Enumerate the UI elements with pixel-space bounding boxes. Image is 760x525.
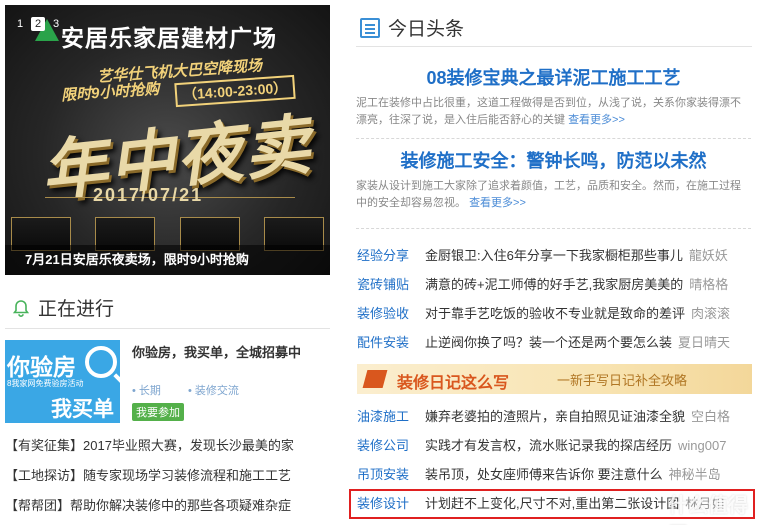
promo-image-text-3: 我买单 [51,398,114,421]
carousel-dot-3[interactable]: 3 [49,17,63,31]
diary-flag-icon [362,370,388,388]
category-link[interactable]: 瓷砖铺贴 [357,270,425,299]
list-item[interactable]: 装修公司 实践才有发言权，流水账记录我的探店经历 wing007 [357,431,752,460]
promo-image-text-2: 8我家网免费验房活动 [7,379,84,388]
promo-image-text-1: 你验房 [7,354,76,380]
list-item[interactable]: 【工地探访】随专家现场学习装修流程和施工工艺 [5,466,335,496]
promo-tag[interactable]: • 装修交流 [188,385,251,397]
article-title[interactable]: 装修施工安全：警钟长鸣，防范以未然 [356,147,751,173]
category-link[interactable]: 装修公司 [357,431,425,460]
author-name[interactable]: 龍妖妖 [689,241,728,270]
featured-article: 08装修宝典之最详泥工施工工艺 泥工在装修中占比很重，这道工程做得是否到位，从浅… [356,64,751,129]
author-name[interactable]: 空白格 [691,402,730,431]
diary-banner[interactable]: 装修日记这么写 一新手写日记补全攻略 [357,364,752,394]
author-name[interactable]: 肉滚滚 [691,299,730,328]
category-link[interactable]: 经验分享 [357,241,425,270]
post-title[interactable]: 实践才有发言权，流水账记录我的探店经历 [425,431,672,460]
carousel-dots: 1 2 3 [13,17,63,31]
list-item[interactable]: 吊顶安装 装吊顶，处女座师傅来告诉你 要注意什么 神秘半岛 [357,460,752,489]
list-item[interactable]: 【帮帮团】帮助你解决装修中的那些各项疑难杂症 [5,496,335,525]
read-more-link[interactable]: 查看更多>> [469,197,526,209]
promo-tag[interactable]: • 长期 [132,385,173,397]
post-title[interactable]: 装吊顶，处女座师傅来告诉你 要注意什么 [425,460,663,489]
article-summary: 家装从设计到施工大家除了追求着颜值，工艺，品质和安全。然而，在施工过程中的安全却… [356,180,741,209]
magnifier-icon [85,346,117,378]
banner-logo-text: 安居乐家居建材广场 [61,25,277,51]
post-title[interactable]: 金厨银卫:入住6年分享一下我家橱柜那些事儿 [425,241,683,270]
carousel-dot-1[interactable]: 1 [13,17,27,31]
bell-icon [12,299,30,317]
featured-article: 装修施工安全：警钟长鸣，防范以未然 家装从设计到施工大家除了追求着颜值，工艺，品… [356,147,751,212]
post-title[interactable]: 对于靠手艺吃饭的验收不专业就是致命的差评 [425,299,685,328]
category-link[interactable]: 吊顶安装 [357,460,425,489]
read-more-link[interactable]: 查看更多>> [568,114,625,126]
author-name[interactable]: 夏日晴天 [678,328,730,357]
category-link[interactable]: 油漆施工 [357,402,425,431]
newspaper-icon [360,17,380,38]
list-item[interactable]: 瓷砖铺贴 满意的砖+泥工师傅的好手艺,我家厨房美美的 晴格格 [357,270,752,299]
promo-title[interactable]: 你验房，我买单，全城招募中 [132,342,301,361]
divider [5,328,330,329]
category-link[interactable]: 配件安装 [357,328,425,357]
divider [356,228,751,229]
watermark: 什么值得买 [668,495,748,525]
diary-subtitle: 一新手写日记补全攻略 [557,373,688,388]
ongoing-header: 正在进行 [12,294,114,321]
ongoing-title: 正在进行 [38,299,115,320]
article-summary: 泥工在装修中占比很重，这道工程做得是否到位，从浅了说，关系你家装得漂不漂亮，往深… [356,97,741,126]
post-title[interactable]: 满意的砖+泥工师傅的好手艺,我家厨房美美的 [425,270,683,299]
join-button[interactable]: 我要参加 [132,403,184,421]
post-title[interactable]: 止逆阀你换了吗？装一个还是两个要怎么装 [425,328,672,357]
banner-time-prefix: 限时9小时抢购 [60,80,160,105]
author-name[interactable]: wing007 [678,431,726,460]
list-item[interactable]: 油漆施工 嫌弃老婆拍的渣照片，亲自拍照见证油漆全貌 空白格 [357,402,752,431]
carousel-dot-2[interactable]: 2 [31,17,45,31]
promo-tags: • 长期 • 装修交流 [132,382,263,398]
promo-thumbnail[interactable]: 你验房 8我家网免费验房活动 我买单 [5,340,120,423]
headlines-header: 今日头条 [360,14,464,41]
divider [356,138,751,139]
diary-title: 装修日记这么写 [397,375,510,392]
divider [356,46,752,47]
headlines-title: 今日头条 [388,19,465,40]
banner-date: 2017/07/21 [93,185,204,205]
author-name[interactable]: 晴格格 [689,270,728,299]
list-item[interactable]: 【有奖征集】2017毕业照大赛，发现长沙最美的家 [5,436,335,466]
post-list: 经验分享 金厨银卫:入住6年分享一下我家橱柜那些事儿 龍妖妖 瓷砖铺贴 满意的砖… [357,241,752,357]
author-name[interactable]: 神秘半岛 [669,460,721,489]
category-link[interactable]: 装修验收 [357,299,425,328]
banner-caption[interactable]: 7月21日安居乐夜卖场，限时9小时抢购 [5,245,330,275]
ongoing-links: 【有奖征集】2017毕业照大赛，发现长沙最美的家 【工地探访】随专家现场学习装修… [5,436,335,525]
article-title[interactable]: 08装修宝典之最详泥工施工工艺 [356,64,751,90]
list-item[interactable]: 经验分享 金厨银卫:入住6年分享一下我家橱柜那些事儿 龍妖妖 [357,241,752,270]
list-item[interactable]: 装修验收 对于靠手艺吃饭的验收不专业就是致命的差评 肉滚滚 [357,299,752,328]
list-item[interactable]: 配件安装 止逆阀你换了吗？装一个还是两个要怎么装 夏日晴天 [357,328,752,357]
post-title[interactable]: 嫌弃老婆拍的渣照片，亲自拍照见证油漆全貌 [425,402,685,431]
promo-banner[interactable]: 1 2 3 安居乐家居建材广场 艺华仕飞机大巴空降现场 限时9小时抢购 （14:… [5,5,330,275]
